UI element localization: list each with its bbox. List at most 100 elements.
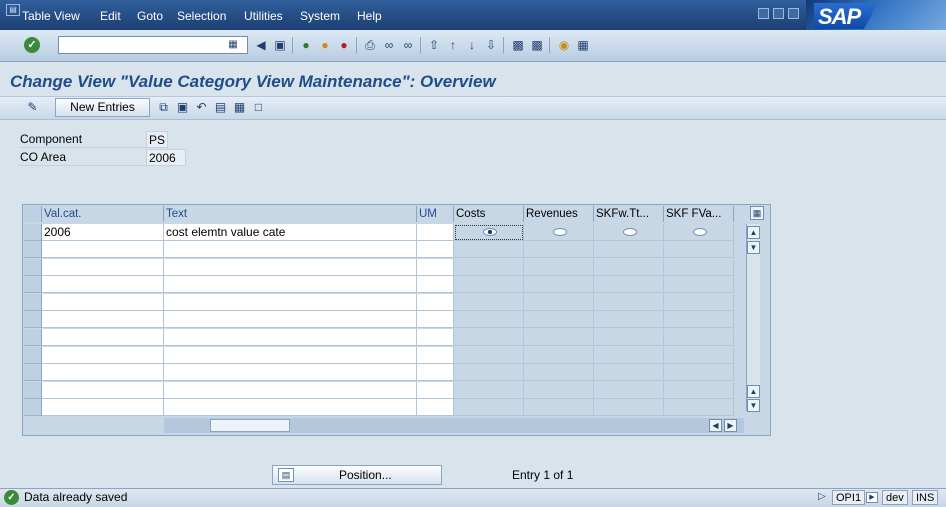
display-change-icon[interactable]: ✎ <box>24 99 41 116</box>
table-cell[interactable] <box>164 293 417 311</box>
minimize-icon[interactable] <box>758 8 769 19</box>
table-cell[interactable] <box>664 276 734 294</box>
table-cell[interactable] <box>417 241 454 258</box>
table-cell[interactable] <box>164 276 417 294</box>
column-header-skf-fva[interactable]: SKF FVa... <box>664 206 734 222</box>
system-info-icon[interactable]: ▶ <box>866 492 878 503</box>
table-cell[interactable] <box>42 346 164 364</box>
horizontal-scroll-thumb[interactable] <box>210 419 290 432</box>
table-cell[interactable] <box>417 381 454 399</box>
table-cell[interactable] <box>164 381 417 399</box>
scroll-down-icon[interactable]: ▼ <box>747 399 760 412</box>
maximize-icon[interactable] <box>773 8 784 19</box>
row-selector[interactable] <box>24 364 42 382</box>
table-cell[interactable] <box>417 329 454 346</box>
exit-icon[interactable]: ● <box>317 37 333 53</box>
table-cell[interactable] <box>417 399 454 417</box>
table-cell[interactable] <box>594 381 664 399</box>
table-cell[interactable] <box>524 293 594 311</box>
cell-text[interactable]: cost elemtn value cate <box>164 224 417 241</box>
command-history-icon[interactable]: ▦ <box>225 37 241 53</box>
delete-icon[interactable]: ▣ <box>174 99 191 116</box>
table-cell[interactable] <box>524 381 594 399</box>
table-cell[interactable] <box>164 258 417 276</box>
menu-goto[interactable]: Goto <box>137 9 163 23</box>
row-selector[interactable] <box>24 399 42 417</box>
table-cell[interactable] <box>454 381 524 399</box>
table-cell[interactable] <box>524 399 594 417</box>
table-cell[interactable] <box>42 258 164 276</box>
help-icon[interactable]: ◉ <box>556 37 572 53</box>
back-icon[interactable]: ● <box>298 37 314 53</box>
radio-skf-fva[interactable] <box>664 224 734 241</box>
column-header-costs[interactable]: Costs <box>454 206 524 222</box>
table-cell[interactable] <box>454 258 524 276</box>
table-cell[interactable] <box>594 241 664 258</box>
cell-um[interactable] <box>417 224 454 241</box>
table-cell[interactable] <box>42 399 164 417</box>
column-header-um[interactable]: UM <box>417 206 454 222</box>
cancel-icon[interactable]: ● <box>336 37 352 53</box>
save-icon[interactable]: ▣ <box>272 37 288 53</box>
table-cell[interactable] <box>42 293 164 311</box>
undo-change-icon[interactable]: ↶ <box>193 99 210 116</box>
table-cell[interactable] <box>417 293 454 311</box>
first-page-icon[interactable]: ⇧ <box>426 37 442 53</box>
cell-val-cat[interactable]: 2006 <box>42 224 164 241</box>
table-cell[interactable] <box>664 258 734 276</box>
table-cell[interactable] <box>417 346 454 364</box>
menu-utilities[interactable]: Utilities <box>244 9 283 23</box>
column-header-revenues[interactable]: Revenues <box>524 206 594 222</box>
table-cell[interactable] <box>417 276 454 294</box>
table-cell[interactable] <box>164 311 417 329</box>
table-cell[interactable] <box>164 329 417 346</box>
scroll-up-icon[interactable]: ▲ <box>747 226 760 239</box>
table-cell[interactable] <box>664 381 734 399</box>
copy-as-icon[interactable]: ⧉ <box>155 99 172 116</box>
last-page-icon[interactable]: ⇩ <box>483 37 499 53</box>
table-cell[interactable] <box>417 311 454 329</box>
row-selector[interactable] <box>24 293 42 311</box>
table-cell[interactable] <box>594 258 664 276</box>
table-cell[interactable] <box>664 364 734 382</box>
new-entries-button[interactable]: New Entries <box>55 98 150 117</box>
table-cell[interactable] <box>594 399 664 417</box>
table-cell[interactable] <box>164 346 417 364</box>
table-cell[interactable] <box>524 329 594 346</box>
deselect-all-icon[interactable]: □ <box>250 99 267 116</box>
menu-help[interactable]: Help <box>357 9 382 23</box>
table-cell[interactable] <box>524 241 594 258</box>
row-selector[interactable] <box>24 241 42 258</box>
table-cell[interactable] <box>594 293 664 311</box>
table-cell[interactable] <box>664 346 734 364</box>
table-cell[interactable] <box>594 364 664 382</box>
table-cell[interactable] <box>164 399 417 417</box>
table-cell[interactable] <box>524 346 594 364</box>
table-cell[interactable] <box>42 364 164 382</box>
table-cell[interactable] <box>524 258 594 276</box>
table-cell[interactable] <box>664 311 734 329</box>
find-next-icon[interactable]: ∞ <box>400 37 416 53</box>
scroll-left-end-icon[interactable]: ◀ <box>709 419 722 432</box>
menu-selection[interactable]: Selection <box>177 9 226 23</box>
radio-costs[interactable] <box>454 224 524 241</box>
table-cell[interactable] <box>417 364 454 382</box>
back-arrow-icon[interactable]: ◀ <box>253 37 269 53</box>
table-cell[interactable] <box>454 346 524 364</box>
table-cell[interactable] <box>164 364 417 382</box>
menu-edit[interactable]: Edit <box>100 9 121 23</box>
table-cell[interactable] <box>454 329 524 346</box>
table-cell[interactable] <box>594 346 664 364</box>
select-all-icon[interactable]: ▤ <box>212 99 229 116</box>
menu-table-view[interactable]: Table View <box>22 9 80 23</box>
menu-system[interactable]: System <box>300 9 340 23</box>
enter-icon[interactable]: ✓ <box>24 37 40 53</box>
position-button[interactable]: ▤ Position... <box>272 465 442 485</box>
table-cell[interactable] <box>42 329 164 346</box>
table-cell[interactable] <box>594 276 664 294</box>
close-icon[interactable] <box>788 8 799 19</box>
table-cell[interactable] <box>664 399 734 417</box>
table-settings-icon[interactable]: ▦ <box>750 206 764 220</box>
column-header-skfw-tt[interactable]: SKFw.Tt... <box>594 206 664 222</box>
column-header-val-cat[interactable]: Val.cat. <box>42 206 164 222</box>
